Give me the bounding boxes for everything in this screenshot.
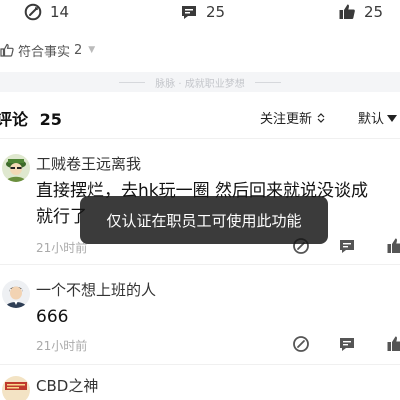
follow-update-filter[interactable]: 关注更新 (260, 108, 326, 127)
thumbs-up-outline-icon (0, 43, 14, 57)
slogan-text: 脉脉 · 成就职业梦想 (155, 78, 245, 90)
comment-username[interactable]: CBD之神 (36, 375, 98, 396)
rewrite-count: 14 (50, 3, 70, 21)
comment-count: 25 (206, 3, 226, 21)
like-action[interactable]: 25 (338, 2, 383, 22)
slogan-row: 脉脉 · 成就职业梦想 (0, 72, 400, 92)
thumbs-up-icon (339, 4, 355, 19)
rewrite-action[interactable]: 14 (24, 2, 69, 22)
post-action-bar: 14 25 25 (0, 0, 400, 26)
divider-line-left (119, 81, 146, 83)
comments-count: 25 (39, 110, 62, 129)
like-count: 25 (364, 3, 384, 21)
fact-check-label: 符合事实 (18, 44, 71, 60)
comments-title-label: 评论 (0, 110, 29, 129)
divider-line-right (254, 81, 281, 83)
comment-time: 21小时前 (36, 339, 88, 353)
like-icon[interactable] (386, 335, 400, 353)
avatar[interactable] (2, 280, 30, 308)
sort-arrows-icon (317, 112, 325, 123)
sort-default-label: 默认 (358, 112, 385, 127)
avatar[interactable] (2, 376, 30, 400)
comment-bubble-icon (182, 6, 196, 19)
edit-circle-icon (24, 3, 42, 21)
chevron-down-icon: ▼ (88, 45, 96, 55)
cartoon-avatar-icon (2, 154, 30, 182)
comments-title: 评论 25 (0, 106, 62, 130)
follow-update-label: 关注更新 (260, 112, 313, 127)
header-divider (0, 138, 400, 139)
avatar[interactable] (2, 154, 30, 182)
comment-action[interactable]: 25 (180, 2, 225, 22)
sort-default-button[interactable]: 默认 (358, 108, 398, 127)
comments-header: 评论 25 关注更新 默认 (0, 104, 400, 130)
comment-time: 21小时前 (36, 241, 88, 255)
permission-toast: 仅认证在职员工可使用此功能 (80, 196, 328, 244)
comment-text-line1: 666 (36, 307, 69, 327)
person-avatar-icon (2, 280, 30, 308)
rewrite-circle-icon[interactable] (292, 335, 310, 353)
like-icon[interactable] (386, 237, 400, 255)
badge-avatar-icon (2, 376, 30, 400)
reply-bubble-icon[interactable] (338, 335, 356, 353)
comment-divider (0, 364, 400, 365)
fact-check-row[interactable]: 符合事实 2 ▼ (0, 40, 95, 60)
comment-username[interactable]: 一个不想上班的人 (36, 279, 156, 300)
sort-icon (387, 114, 398, 122)
fact-check-count: 2 (74, 42, 83, 58)
comment-divider (0, 264, 400, 265)
reply-bubble-icon[interactable] (338, 237, 356, 255)
comment-username[interactable]: 工贼卷王远离我 (36, 153, 141, 174)
